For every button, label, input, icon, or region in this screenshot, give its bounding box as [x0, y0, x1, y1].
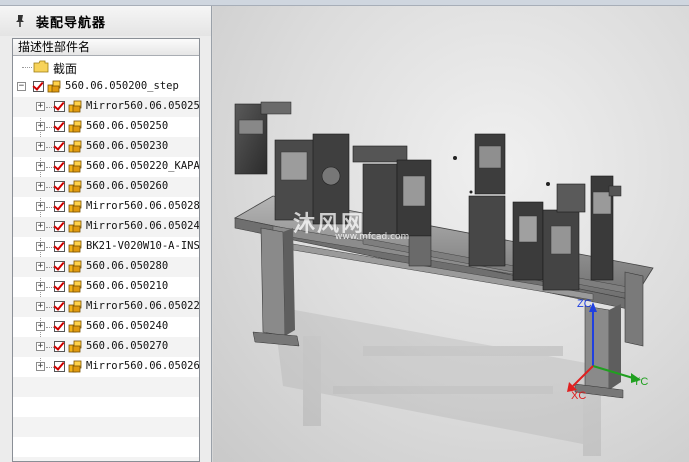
expand-toggle[interactable]: +	[36, 362, 45, 371]
tree-row-part[interactable]: + Mirror560.06.050250	[13, 97, 200, 117]
expand-toggle[interactable]: +	[36, 242, 45, 251]
part-name: 560.06.050210	[86, 280, 169, 292]
assembly-tree[interactable]: 描述性部件名 截面 − 560.06.050200_step + Mirror560.0…	[12, 38, 200, 462]
visibility-checkbox[interactable]	[54, 361, 65, 372]
part-name: 560.06.050260	[86, 180, 169, 192]
tree-row-part[interactable]: +560.06.050220_KAPAL	[13, 157, 200, 177]
part-name: Mirror560.06.050220	[86, 300, 200, 312]
assembly-part-icon	[68, 340, 82, 353]
axis-label-z: ZC	[577, 298, 592, 310]
visibility-checkbox[interactable]	[54, 221, 65, 232]
assembly-part-icon	[68, 260, 82, 273]
part-name: 560.06.050250	[86, 120, 169, 132]
visibility-checkbox[interactable]	[54, 121, 65, 132]
tree-row-part[interactable]: + Mirror560.06.050240	[13, 217, 200, 237]
visibility-checkbox[interactable]	[54, 281, 65, 292]
assembly-part-icon	[68, 140, 82, 153]
part-name: 560.06.050230	[86, 140, 169, 152]
part-name: Mirror560.06.050250	[86, 100, 200, 112]
visibility-checkbox[interactable]	[54, 341, 65, 352]
expand-toggle[interactable]: +	[36, 222, 45, 231]
part-name: 560.06.050220_KAPAL	[86, 160, 200, 172]
part-name: 560.06.050200_step	[65, 80, 179, 92]
axis-label-x: XC	[571, 390, 587, 402]
tree-row-root[interactable]: − 560.06.050200_step	[13, 77, 199, 97]
expand-toggle[interactable]: +	[36, 162, 45, 171]
pin-icon[interactable]	[14, 14, 26, 28]
visibility-checkbox[interactable]	[54, 141, 65, 152]
part-name: Mirror560.06.050280	[86, 200, 200, 212]
assembly-part-icon	[68, 200, 82, 213]
part-name: BK21-V020W10-A-INS-	[86, 240, 200, 252]
tree-row-part[interactable]: + Mirror560.06.050260	[13, 357, 200, 377]
tree-row-empty	[13, 437, 199, 457]
assembly-part-icon	[68, 220, 82, 233]
visibility-checkbox[interactable]	[54, 181, 65, 192]
tree-row-part[interactable]: +560.06.050260	[13, 177, 199, 197]
assembly-part-icon	[68, 300, 82, 313]
assembly-part-icon	[68, 280, 82, 293]
assembly-model-render	[233, 101, 654, 456]
watermark-url: www.mfcad.com	[335, 232, 410, 242]
expand-toggle[interactable]: +	[36, 122, 45, 131]
part-name: Mirror560.06.050240	[86, 220, 200, 232]
assembly-part-icon	[68, 240, 82, 253]
tree-row-part[interactable]: +560.06.050240	[13, 317, 199, 337]
axis-label-y: YC	[633, 376, 649, 388]
part-name: Mirror560.06.050260	[86, 360, 200, 372]
navigator-header: 装配导航器	[0, 6, 211, 36]
expand-toggle[interactable]: +	[36, 342, 45, 351]
assembly-part-icon	[47, 80, 61, 93]
tree-row-part[interactable]: + Mirror560.06.050280	[13, 197, 200, 217]
expand-toggle[interactable]: +	[36, 262, 45, 271]
tree-row-part[interactable]: +560.06.050250	[13, 117, 199, 137]
assembly-part-icon	[68, 160, 82, 173]
assembly-part-icon	[68, 320, 82, 333]
tree-row-section[interactable]: 截面	[13, 57, 199, 77]
expand-toggle[interactable]: +	[36, 182, 45, 191]
floor-reflection	[273, 306, 603, 456]
visibility-checkbox[interactable]	[54, 261, 65, 272]
tree-row-empty	[13, 397, 199, 417]
visibility-checkbox[interactable]	[54, 301, 65, 312]
tree-row-part[interactable]: +560.06.050280	[13, 257, 199, 277]
visibility-checkbox[interactable]	[54, 161, 65, 172]
expand-toggle[interactable]: +	[36, 302, 45, 311]
assembly-part-icon	[68, 360, 82, 373]
tree-row-part[interactable]: + Mirror560.06.050220	[13, 297, 200, 317]
expand-toggle[interactable]: +	[36, 142, 45, 151]
expand-toggle[interactable]: +	[36, 102, 45, 111]
visibility-checkbox[interactable]	[54, 321, 65, 332]
tree-row-empty	[13, 417, 199, 437]
expand-toggle[interactable]: +	[36, 202, 45, 211]
expand-toggle[interactable]: +	[36, 322, 45, 331]
expand-toggle[interactable]: +	[36, 282, 45, 291]
assembly-part-icon	[68, 120, 82, 133]
part-name: 560.06.050280	[86, 260, 169, 272]
tree-row-empty	[13, 377, 199, 397]
collapse-toggle[interactable]: −	[17, 82, 26, 91]
tree-row-empty	[13, 457, 199, 461]
visibility-checkbox[interactable]	[54, 201, 65, 212]
section-label: 截面	[53, 62, 78, 76]
part-name: 560.06.050270	[86, 340, 169, 352]
tree-row-part[interactable]: +560.06.050270	[13, 337, 199, 357]
tree-row-part[interactable]: +560.06.050230	[13, 137, 199, 157]
visibility-checkbox[interactable]	[33, 81, 44, 92]
graphics-viewport[interactable]: 沐风网 www.mfcad.com ZC YC XC	[213, 6, 689, 462]
tree-guide-line	[22, 67, 32, 68]
tree-row-part[interactable]: +560.06.050210	[13, 277, 199, 297]
navigator-title: 装配导航器	[36, 15, 107, 31]
column-header-description[interactable]: 描述性部件名	[13, 39, 199, 56]
assembly-part-icon	[68, 180, 82, 193]
assembly-part-icon	[68, 100, 82, 113]
part-name: 560.06.050240	[86, 320, 169, 332]
tree-row-part[interactable]: + BK21-V020W10-A-INS-	[13, 237, 200, 257]
folder-icon	[33, 60, 49, 73]
visibility-checkbox[interactable]	[54, 101, 65, 112]
visibility-checkbox[interactable]	[54, 241, 65, 252]
assembly-navigator-panel: 装配导航器 描述性部件名 截面 − 560.06.050200_step + Mirro…	[0, 6, 212, 462]
